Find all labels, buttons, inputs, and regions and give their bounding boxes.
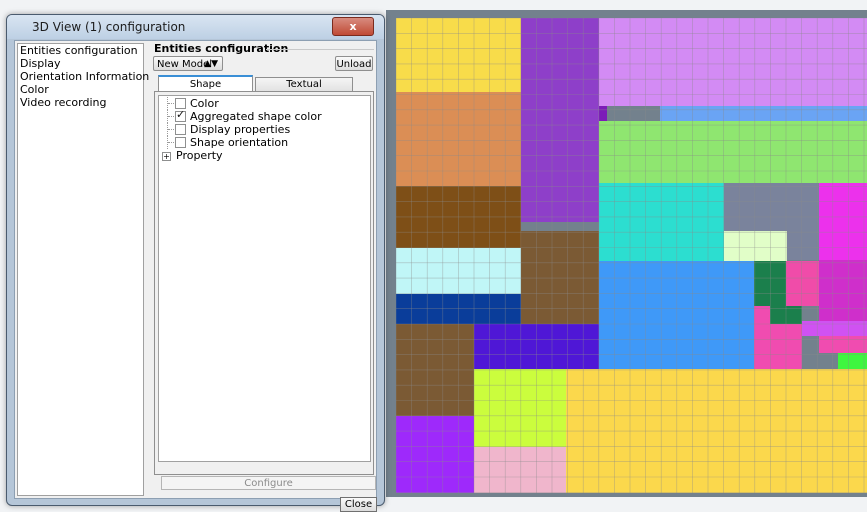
treemap-block[interactable] (660, 106, 867, 121)
treemap-block[interactable] (838, 353, 867, 369)
treemap-block[interactable] (819, 260, 867, 321)
dialog-client-area: Entities configuration Display Orientati… (14, 40, 377, 512)
tree-item-label: Shape orientation (190, 136, 289, 149)
treemap-block[interactable] (754, 261, 770, 276)
treemap-block[interactable] (786, 261, 819, 276)
property-tree[interactable]: Color ✓ Aggregated shape color Display pr… (158, 95, 371, 462)
treemap-block[interactable] (599, 18, 867, 106)
model-select[interactable]: New Model ▲▼ (153, 56, 223, 71)
checkmark-icon: ✓ (176, 108, 186, 121)
tree-item-shape-orientation[interactable]: Shape orientation (163, 136, 288, 149)
configuration-dialog: 3D View (1) configuration x Entities con… (6, 14, 385, 512)
treemap-block[interactable] (819, 183, 867, 260)
treemap-block[interactable] (786, 276, 819, 306)
nav-item-video-recording[interactable]: Video recording (18, 96, 143, 109)
plus-expander-icon[interactable]: + (162, 152, 171, 161)
3d-viewport[interactable] (386, 10, 867, 497)
treemap-block[interactable] (724, 231, 787, 261)
tree-item-label: Aggregated shape color (190, 110, 322, 123)
tree-item-property[interactable]: + Property (162, 149, 223, 162)
shape-orientation-checkbox[interactable] (175, 137, 186, 148)
close-icon[interactable]: x (332, 17, 374, 36)
display-properties-checkbox[interactable] (175, 124, 186, 135)
settings-nav-list[interactable]: Entities configuration Display Orientati… (17, 43, 149, 496)
treemap-block[interactable] (754, 276, 786, 306)
dialog-title: 3D View (1) configuration (32, 20, 186, 34)
aggregated-shape-color-checkbox[interactable]: ✓ (175, 108, 186, 122)
tree-item-label: Property (176, 149, 223, 162)
treemap-block[interactable] (599, 121, 867, 183)
nav-item-entities-configuration[interactable]: Entities configuration (18, 44, 143, 57)
treemap-view[interactable] (396, 18, 867, 493)
nav-item-display[interactable]: Display (18, 57, 143, 70)
tree-item-aggregated-shape-color[interactable]: ✓ Aggregated shape color (163, 108, 322, 123)
tree-item-label: Color (190, 97, 219, 110)
shape-appearance-pane: Color ✓ Aggregated shape color Display pr… (154, 91, 374, 475)
tree-item-label: Display properties (190, 123, 291, 136)
tab-shape-appearance[interactable]: Shape Appearance (158, 75, 253, 105)
group-divider (266, 49, 374, 50)
treemap-block[interactable] (819, 336, 867, 353)
tab-textual-information[interactable]: Textual information (255, 77, 353, 103)
nav-item-color[interactable]: Color (18, 83, 143, 96)
updown-arrow-icon: ▲▼ (204, 59, 218, 69)
title-bar[interactable]: 3D View (1) configuration x (7, 15, 384, 39)
tree-item-color[interactable]: Color (163, 97, 219, 110)
treemap-block[interactable] (521, 231, 599, 326)
nav-item-orientation-information[interactable]: Orientation Information (18, 70, 149, 83)
unload-button[interactable]: Unload (335, 56, 373, 71)
treemap-block[interactable] (754, 306, 770, 369)
treemap-block[interactable] (396, 416, 474, 493)
treemap-block[interactable] (770, 261, 786, 276)
configure-button[interactable]: Configure (161, 476, 376, 490)
tree-item-display-properties[interactable]: Display properties (163, 123, 290, 136)
close-button[interactable]: Close (340, 497, 377, 512)
treemap-block[interactable] (802, 321, 867, 336)
